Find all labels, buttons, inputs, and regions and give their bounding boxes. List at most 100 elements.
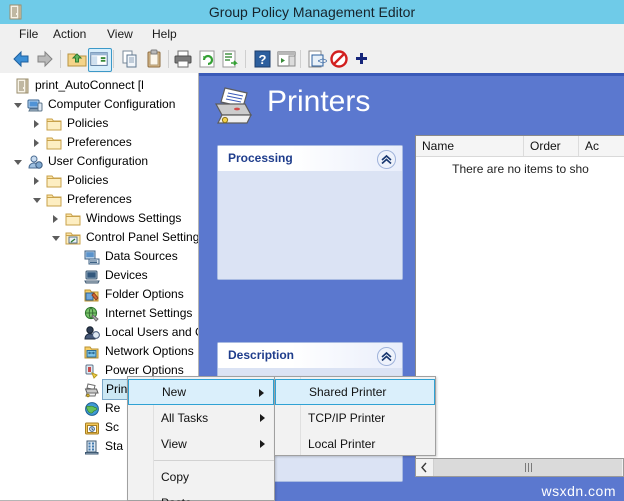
scrollbar-grip-icon [525, 463, 532, 472]
start-menu-icon [84, 439, 100, 455]
page-title: Printers [267, 85, 371, 118]
printers-context-menu[interactable]: New All Tasks View Copy Paste [127, 376, 275, 501]
context-menu-item-new[interactable]: New [128, 379, 274, 405]
tree-twisty-computer-policies[interactable] [33, 114, 43, 133]
print-icon[interactable] [172, 48, 194, 70]
submenu-item-shared-printer[interactable]: Shared Printer [275, 379, 435, 405]
tree-twisty-user-configuration[interactable] [14, 152, 24, 171]
context-menu-separator [153, 460, 274, 461]
processing-panel: Processing [217, 145, 403, 280]
menu-view[interactable]: View [100, 24, 140, 45]
description-panel-title: Description [228, 348, 295, 362]
back-icon[interactable] [10, 48, 32, 70]
submenu-arrow-icon [260, 414, 265, 422]
export-list-icon[interactable] [219, 48, 241, 70]
list-view-header: Name Order Ac [416, 136, 624, 157]
column-header-action[interactable]: Ac [579, 136, 624, 156]
menu-help[interactable]: Help [145, 24, 184, 45]
data-sources-icon [84, 249, 100, 265]
tree-twisty-control-panel-settings[interactable] [52, 228, 62, 247]
group-policy-management-editor-window: Group Policy Management Editor File Acti… [0, 0, 624, 501]
help-icon[interactable]: ? [251, 48, 273, 70]
scrollbar-thumb[interactable] [434, 459, 622, 476]
menu-file[interactable]: File [12, 24, 45, 45]
tree-item-label: User Configuration [48, 154, 149, 168]
tree-twisty-windows-settings[interactable] [52, 209, 62, 228]
column-header-name[interactable]: Name [416, 136, 524, 156]
menu-action[interactable]: Action [46, 24, 93, 45]
folder-icon [46, 192, 62, 208]
show-hide-console-tree-icon[interactable] [88, 48, 112, 72]
paste-icon[interactable] [143, 48, 165, 70]
tree-item-label: Network Options [105, 344, 194, 358]
printers-icon [84, 382, 100, 398]
tree-item-label: Local Users and G [105, 325, 199, 339]
tree-item-label: Preferences [67, 192, 132, 206]
tree-item-label: Internet Settings [105, 306, 193, 320]
context-menu-item-label: All Tasks [161, 411, 209, 425]
context-menu-item-paste[interactable]: Paste [128, 490, 274, 501]
description-panel-header: Description [218, 343, 402, 369]
tree-item-label: Policies [67, 173, 109, 187]
show-hide-action-pane-icon[interactable] [275, 48, 297, 70]
refresh-icon[interactable] [196, 48, 218, 70]
printers-list-view[interactable]: Name Order Ac There are no items to sho [415, 135, 624, 475]
processing-panel-body [218, 171, 402, 279]
processing-panel-title: Processing [228, 151, 293, 165]
tree-twisty-user-preferences[interactable] [33, 190, 43, 209]
submenu-arrow-icon [259, 389, 264, 397]
svg-text:<>: <> [318, 57, 328, 67]
toolbar-separator [113, 50, 114, 68]
context-menu-item-label: New [162, 385, 187, 399]
tree-item-label: Preferences [67, 135, 132, 149]
control-panel-folder-icon [65, 230, 81, 246]
context-menu-item-view[interactable]: View [128, 431, 274, 457]
new-item-icon[interactable] [350, 48, 372, 70]
context-menu-item-label: Copy [161, 470, 190, 484]
scheduled-tasks-icon [84, 420, 100, 436]
tree-item-label: Re [105, 401, 121, 415]
tree-twisty-computer-configuration[interactable] [14, 95, 24, 114]
tree-item-label: Sta [105, 439, 124, 453]
toolbar: ? <> [0, 45, 624, 74]
folder-icon [65, 211, 81, 227]
up-folder-icon[interactable] [66, 48, 88, 70]
column-header-order[interactable]: Order [524, 136, 579, 156]
context-menu-item-copy[interactable]: Copy [128, 464, 274, 490]
title-bar: Group Policy Management Editor [0, 0, 624, 24]
computer-icon [27, 97, 43, 113]
context-menu-item-all-tasks[interactable]: All Tasks [128, 405, 274, 431]
tree-item-label: Policies [67, 116, 109, 130]
tree-item-label: print_AutoConnect [l [35, 78, 144, 92]
pane-top-edge [199, 73, 624, 76]
tree-twisty-user-policies[interactable] [33, 171, 43, 190]
folder-icon [46, 135, 62, 151]
window-title: Group Policy Management Editor [208, 4, 416, 20]
watermark: wsxdn.com [541, 483, 616, 499]
scroll-left-icon[interactable] [416, 459, 434, 476]
menu-bar: File Action View Help [0, 24, 624, 46]
main-content: print_AutoConnect [l Computer Configurat… [0, 73, 624, 501]
gpo-document-icon [14, 78, 30, 94]
folder-options-icon [84, 287, 100, 303]
new-submenu[interactable]: Shared Printer TCP/IP Printer Local Prin… [274, 376, 436, 456]
tree-item-label: Control Panel Settings [86, 230, 199, 244]
toolbar-separator [245, 50, 246, 68]
tree-item-label: Data Sources [105, 249, 178, 263]
forward-icon[interactable] [34, 48, 56, 70]
copy-icon[interactable] [119, 48, 141, 70]
submenu-arrow-icon [260, 440, 265, 448]
power-options-icon [84, 363, 100, 379]
chevron-up-icon[interactable] [377, 150, 396, 169]
toolbar-separator [300, 50, 301, 68]
tree-twisty-computer-preferences[interactable] [33, 133, 43, 152]
list-view-horizontal-scrollbar[interactable] [415, 458, 624, 477]
disable-icon[interactable] [328, 48, 350, 70]
context-menu-item-label: Paste [161, 496, 192, 501]
chevron-up-icon[interactable] [377, 347, 396, 366]
folder-icon [46, 116, 62, 132]
properties-icon[interactable]: <> [305, 48, 328, 70]
submenu-item-local-printer[interactable]: Local Printer [275, 431, 435, 457]
submenu-item-tcpip-printer[interactable]: TCP/IP Printer [275, 405, 435, 431]
regional-options-icon [84, 401, 100, 417]
